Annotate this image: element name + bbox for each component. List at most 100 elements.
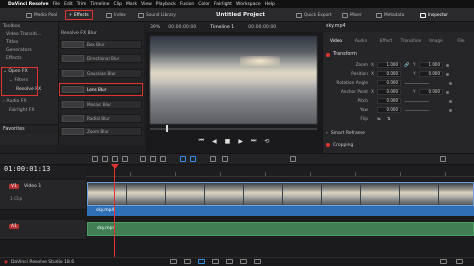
- trim-tool-icon[interactable]: [102, 156, 108, 162]
- linked-selection-icon[interactable]: [190, 156, 196, 162]
- keyframe-icon[interactable]: [449, 99, 452, 103]
- pitch-field[interactable]: 0.000: [377, 98, 401, 104]
- tree-audio-fx[interactable]: › Audio FX: [3, 99, 27, 104]
- zoom-y-field[interactable]: 1.000: [419, 62, 443, 68]
- menu-fairlight[interactable]: Fairlight: [214, 2, 232, 7]
- step-back-icon[interactable]: ◀: [212, 138, 217, 145]
- snapping-icon[interactable]: [180, 156, 186, 162]
- yaw-field[interactable]: 0.000: [377, 107, 401, 113]
- menu-view[interactable]: View: [141, 2, 152, 7]
- keyframe-icon[interactable]: [446, 72, 449, 76]
- tree-effects[interactable]: Effects: [6, 56, 22, 61]
- menu-timeline[interactable]: Timeline: [90, 2, 109, 7]
- yaw-slider[interactable]: [405, 109, 429, 111]
- effect-mosaic-blur[interactable]: Mosaic Blur: [60, 100, 142, 109]
- settings-gear-icon[interactable]: [456, 259, 463, 264]
- deliver-page-icon[interactable]: [254, 259, 261, 264]
- tab-file[interactable]: File: [449, 33, 473, 44]
- tree-toolbox[interactable]: Toolbox: [3, 24, 20, 29]
- media-page-icon[interactable]: [170, 259, 177, 264]
- loop-icon[interactable]: ⟲: [264, 138, 269, 145]
- menu-workspace[interactable]: Workspace: [236, 2, 261, 7]
- index-button[interactable]: Index: [106, 10, 126, 20]
- enabled-dot-icon[interactable]: [326, 143, 330, 147]
- fairlight-page-icon[interactable]: [240, 259, 247, 264]
- enabled-dot-icon[interactable]: [326, 52, 330, 57]
- position-x-field[interactable]: 0.000: [377, 71, 401, 77]
- menu-trim[interactable]: Trim: [77, 2, 87, 7]
- effect-box-blur[interactable]: Box Blur: [60, 40, 142, 49]
- transform-section-header[interactable]: Transform: [324, 50, 472, 59]
- viewer-timeline-name[interactable]: Timeline 1: [210, 25, 234, 30]
- mixer-button[interactable]: Mixer: [342, 10, 362, 20]
- flag-icon[interactable]: [210, 156, 216, 162]
- go-to-start-icon[interactable]: ⏮: [199, 137, 204, 145]
- pitch-slider[interactable]: [405, 100, 429, 102]
- anchor-x-field[interactable]: 0.000: [377, 89, 401, 95]
- zoom-out-icon[interactable]: [290, 156, 296, 162]
- blade-tool-icon[interactable]: [122, 156, 128, 162]
- overwrite-clip-icon[interactable]: [150, 156, 156, 162]
- inspector-button[interactable]: Inspector: [420, 10, 448, 20]
- smart-reframe-section[interactable]: › Smart Reframe: [324, 129, 472, 137]
- tab-effect[interactable]: Effect: [374, 33, 398, 44]
- fusion-page-icon[interactable]: [212, 259, 219, 264]
- keyframe-icon[interactable]: [446, 63, 449, 67]
- effect-zoom-blur[interactable]: Zoom Blur: [60, 127, 142, 136]
- menu-edit[interactable]: Edit: [64, 2, 73, 7]
- menu-color[interactable]: Color: [198, 2, 210, 7]
- play-icon[interactable]: ▶: [238, 138, 243, 145]
- color-page-icon[interactable]: [226, 259, 233, 264]
- keyframe-icon[interactable]: [449, 108, 452, 112]
- rotation-slider[interactable]: [405, 82, 429, 84]
- track-a1-badge[interactable]: A1: [9, 224, 19, 229]
- metadata-button[interactable]: Metadata: [376, 10, 404, 20]
- position-y-field[interactable]: 0.000: [419, 71, 443, 77]
- timeline-ruler[interactable]: [86, 165, 474, 177]
- video-preview-image[interactable]: [150, 36, 317, 124]
- menu-file[interactable]: File: [53, 2, 61, 7]
- playhead-handle-icon[interactable]: [111, 164, 119, 169]
- cropping-section[interactable]: Cropping: [324, 141, 472, 149]
- effects-button[interactable]: ⚡ Effects: [65, 10, 93, 20]
- tree-generators[interactable]: Generators: [6, 48, 32, 53]
- rotation-field[interactable]: 0.000: [377, 80, 401, 86]
- keyframe-icon[interactable]: [446, 90, 449, 94]
- video-clip-label[interactable]: sky.mp4: [87, 206, 474, 216]
- audio-clip[interactable]: sky.mp4: [87, 222, 474, 236]
- link-icon[interactable]: 🔗: [401, 63, 413, 68]
- tree-fairlight-fx[interactable]: Fairlight FX: [9, 108, 35, 113]
- tab-video[interactable]: Video: [324, 33, 348, 44]
- zoom-x-field[interactable]: 1.000: [377, 62, 401, 68]
- go-to-end-icon[interactable]: ⏭: [251, 137, 256, 145]
- sound-library-button[interactable]: Sound Library: [138, 10, 176, 20]
- dynamic-trim-icon[interactable]: [112, 156, 118, 162]
- viewer-scrub-handle[interactable]: [166, 125, 168, 132]
- menu-app-name[interactable]: DaVinci Resolve: [8, 2, 49, 7]
- effect-gaussian-blur[interactable]: Gaussian Blur: [60, 69, 142, 78]
- edit-page-icon[interactable]: [198, 259, 205, 264]
- tree-titles[interactable]: Titles: [6, 40, 18, 45]
- marker-icon[interactable]: [222, 156, 228, 162]
- keyframe-icon[interactable]: [449, 81, 452, 85]
- menu-playback[interactable]: Playback: [156, 2, 176, 7]
- viewer-zoom[interactable]: 39%: [150, 25, 160, 30]
- tab-image[interactable]: Image: [424, 33, 448, 44]
- favorites-header[interactable]: Favorites: [0, 124, 58, 134]
- menu-fusion[interactable]: Fusion: [180, 2, 194, 7]
- menu-mark[interactable]: Mark: [126, 2, 137, 7]
- zoom-in-icon[interactable]: [440, 156, 446, 162]
- insert-clip-icon[interactable]: [140, 156, 146, 162]
- tree-video-transitions[interactable]: Video Transiti...: [6, 32, 41, 37]
- timeline-playhead[interactable]: [114, 164, 115, 262]
- flip-horizontal-icon[interactable]: ⇆: [377, 117, 387, 122]
- flip-vertical-icon[interactable]: ⇅: [387, 117, 397, 122]
- cut-page-icon[interactable]: [184, 259, 191, 264]
- media-pool-button[interactable]: Media Pool: [26, 10, 57, 20]
- track-v1-name[interactable]: Video 1: [24, 184, 41, 189]
- anchor-y-field[interactable]: 0.000: [419, 89, 443, 95]
- viewer-scrub-bar[interactable]: [150, 128, 317, 130]
- menu-help[interactable]: Help: [265, 2, 275, 7]
- tab-transition[interactable]: Transition: [399, 33, 423, 44]
- track-v1-badge[interactable]: V1: [9, 184, 19, 189]
